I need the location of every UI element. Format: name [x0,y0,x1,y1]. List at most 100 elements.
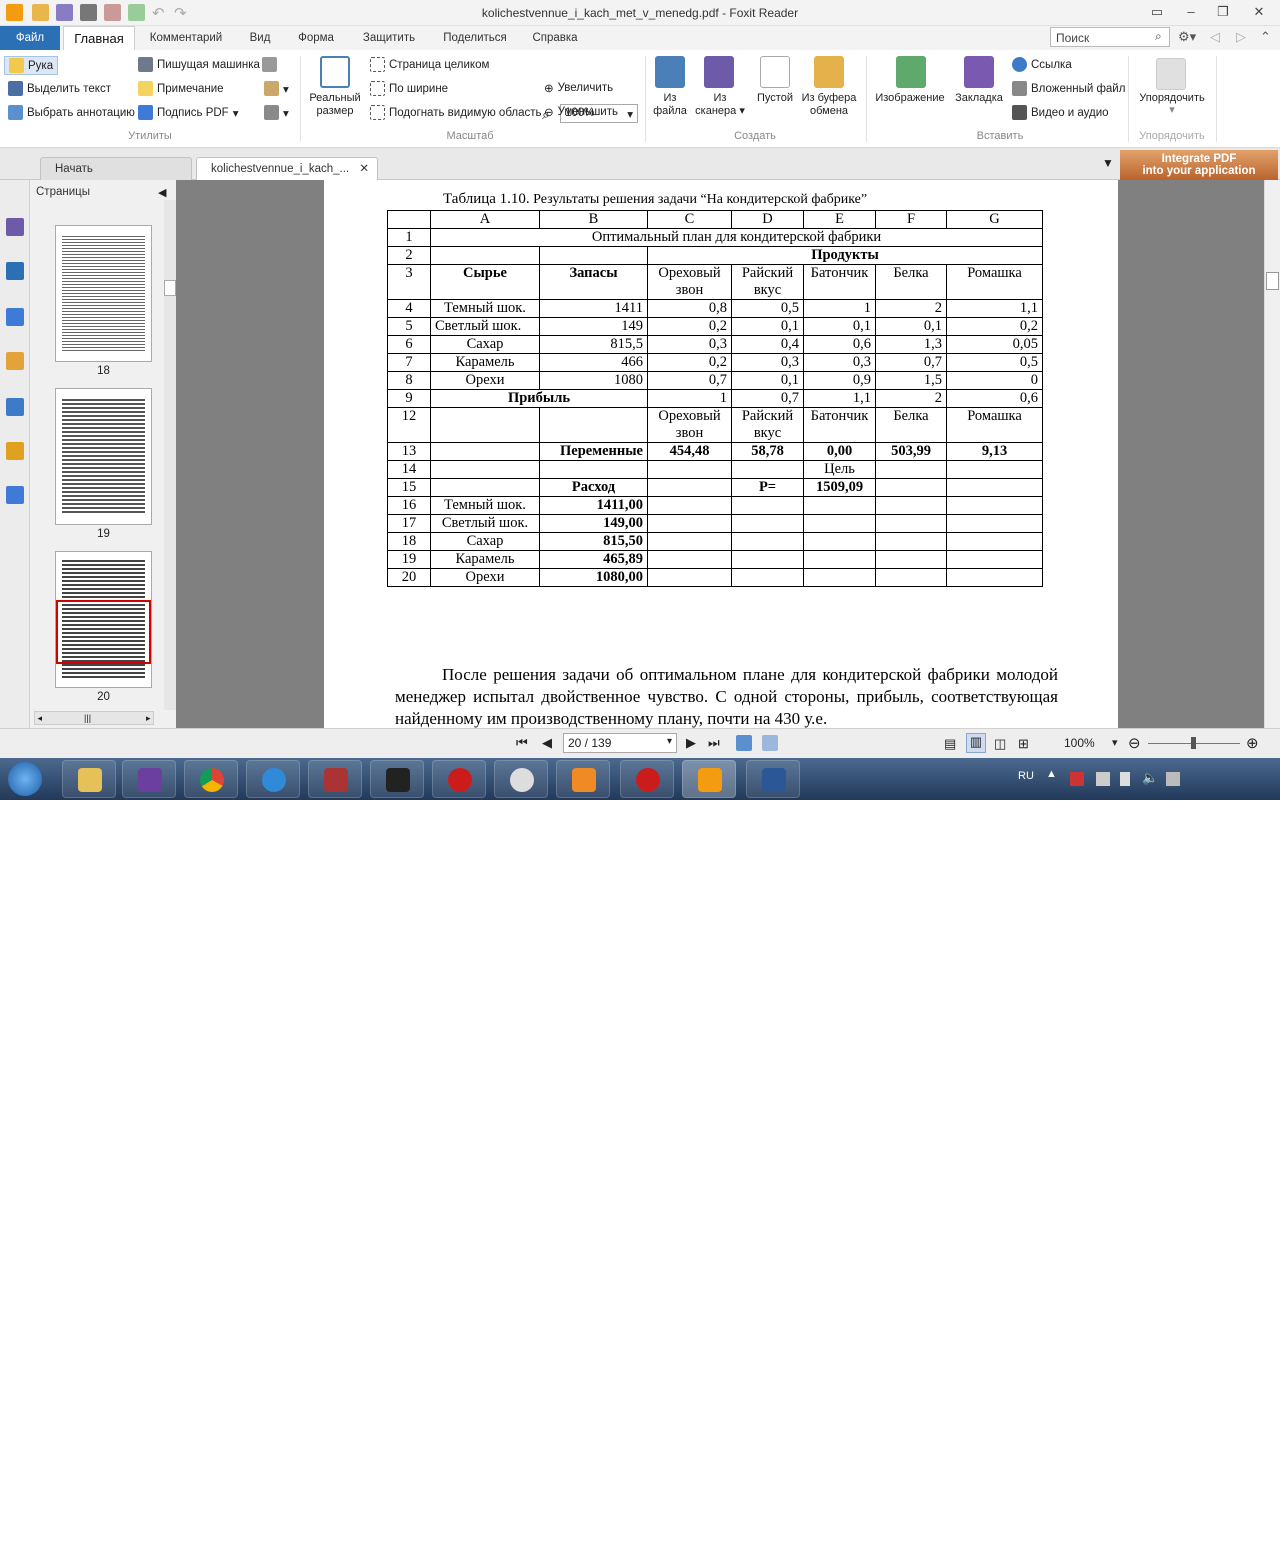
scanner-icon[interactable] [704,56,734,88]
from-clipboard-label[interactable]: Из буфера обмена [798,92,860,118]
scroll-thumb[interactable] [164,280,176,296]
close-button[interactable]: ✕ [1248,4,1270,20]
taskbar-foxit[interactable] [682,760,736,798]
expand-up-icon[interactable]: ⌃ [1260,29,1271,45]
zoom-level[interactable]: 100% [1064,736,1095,750]
tab-list-dropdown-icon[interactable]: ▼ [1102,156,1114,170]
next-arrow-icon[interactable]: ▷ [1236,29,1246,45]
security-lock-icon[interactable] [6,442,24,460]
prev-arrow-icon[interactable]: ◁ [1210,29,1220,45]
zoom-in-button[interactable]: ⊕ Увеличить [544,81,613,95]
blank-label[interactable]: Пустой [752,92,798,105]
collapse-panel-icon[interactable]: ◀ [158,186,166,199]
continuous-facing-icon[interactable]: ⊞ [1018,736,1029,752]
taskbar-media[interactable] [556,760,610,798]
taskbar-chrome[interactable] [184,760,238,798]
from-file-icon[interactable] [655,56,685,88]
thumbnail-scrollbar[interactable] [164,200,176,710]
minimize-button[interactable]: – [1180,4,1202,19]
scroll-thumb[interactable] [1266,272,1279,290]
last-page-icon[interactable]: ⏭ [708,735,720,751]
thumbnail-h-scrollbar[interactable]: ◂ ||| ▸ [34,711,154,725]
page-thumbnail-18[interactable] [55,225,152,362]
signature-icon[interactable] [6,486,24,504]
typewriter-button[interactable]: Пишущая машинка [138,57,260,72]
tab-share[interactable]: Поделиться [435,26,515,50]
taskbar-opera2[interactable] [620,760,674,798]
tab-home[interactable]: Главная [63,26,135,50]
search-icon[interactable]: ⌕ [1155,29,1162,44]
page-tools-button[interactable]: ▾ [264,105,289,120]
start-button[interactable] [8,762,42,796]
chevron-down-icon[interactable]: ▾ [1112,736,1118,749]
tab-help[interactable]: Справка [524,26,586,50]
select-annotation-button[interactable]: Выбрать аннотацию [8,105,135,120]
fit-visible-button[interactable]: Подогнать видимую область [370,105,542,120]
tab-comment[interactable]: Комментарий [140,26,232,50]
continuous-page-icon[interactable]: ▥ [966,733,986,753]
tray-expand-icon[interactable]: ▲ [1046,768,1057,780]
visible-area-highlight[interactable] [56,600,151,664]
select-text-button[interactable]: Выделить текст [8,81,111,96]
network-icon[interactable] [1070,772,1084,786]
comments-icon[interactable] [6,352,24,370]
layers-icon[interactable] [6,308,24,326]
attachment-button[interactable]: Вложенный файл [1012,81,1125,96]
taskbar-ie[interactable] [246,760,300,798]
snapshot-button[interactable] [262,57,277,72]
vertical-scrollbar[interactable] [1264,180,1280,728]
prev-page-icon[interactable]: ◀ [542,735,552,751]
fit-page-button[interactable]: Страница целиком [370,57,489,72]
tab-current-document[interactable]: kolichestvennue_i_kach_... ✕ [196,157,378,180]
taskbar-app2[interactable] [308,760,362,798]
pages-icon[interactable] [6,262,24,280]
blank-page-icon[interactable] [760,56,790,88]
taskbar-game[interactable] [370,760,424,798]
next-page-icon[interactable]: ▶ [686,735,696,751]
taskbar-opera[interactable] [432,760,486,798]
taskbar-explorer[interactable] [62,760,116,798]
page-thumbnail-19[interactable] [55,388,152,525]
facing-page-icon[interactable]: ◫ [994,736,1006,752]
arrange-icon[interactable] [1156,58,1186,90]
from-file-label[interactable]: Из файла [648,92,692,118]
bookmark-label[interactable]: Закладка [950,92,1008,105]
link-button[interactable]: Ссылка [1012,57,1072,72]
sign-pdf-button[interactable]: Подпись PDF ▾ [138,105,239,120]
bookmark-icon[interactable] [964,56,994,88]
tab-view[interactable]: Вид [240,26,280,50]
page-number-input[interactable]: 20 / 139 ▾ [563,733,677,753]
search-input[interactable]: Поиск ⌕ [1050,27,1170,47]
next-view-icon[interactable] [762,735,778,751]
previous-view-icon[interactable] [736,735,752,751]
chevron-down-icon[interactable]: ▾ [1164,104,1180,117]
tray-icon[interactable] [1096,772,1110,786]
clipboard-paste-icon[interactable] [814,56,844,88]
video-audio-button[interactable]: Видео и аудио [1012,105,1109,120]
zoom-slider-thumb[interactable] [1191,737,1196,749]
close-tab-icon[interactable]: ✕ [359,158,369,180]
image-icon[interactable] [896,56,926,88]
from-scanner-label[interactable]: Из сканера ▾ [690,92,750,118]
taskbar-word[interactable] [746,760,800,798]
maximize-button[interactable]: ❐ [1212,4,1234,20]
ribbon-toggle-icon[interactable]: ▭ [1146,4,1168,20]
page-thumbnail-20[interactable] [55,551,152,688]
tray-icon[interactable] [1166,772,1180,786]
tab-start[interactable]: Начать [40,157,192,180]
tab-file[interactable]: Файл [0,26,60,50]
image-label[interactable]: Изображение [872,92,948,105]
actual-size-label[interactable]: Реальный размер [304,92,366,118]
clipboard-button[interactable]: ▾ [264,81,289,96]
settings-icon[interactable]: ⚙▾ [1178,29,1196,45]
tab-protect[interactable]: Защитить [355,26,423,50]
tab-form[interactable]: Форма [290,26,342,50]
battery-icon[interactable] [1120,772,1130,786]
promo-banner[interactable]: Integrate PDF into your application [1120,150,1278,180]
first-page-icon[interactable]: ⏮ [516,735,528,751]
zoom-in-icon[interactable]: ⊕ [1246,734,1259,752]
single-page-icon[interactable]: ▤ [944,736,956,752]
zoom-out-icon[interactable]: ⊖ [1128,734,1141,752]
taskbar-app3[interactable] [494,760,548,798]
volume-icon[interactable]: 🔈 [1142,770,1158,786]
